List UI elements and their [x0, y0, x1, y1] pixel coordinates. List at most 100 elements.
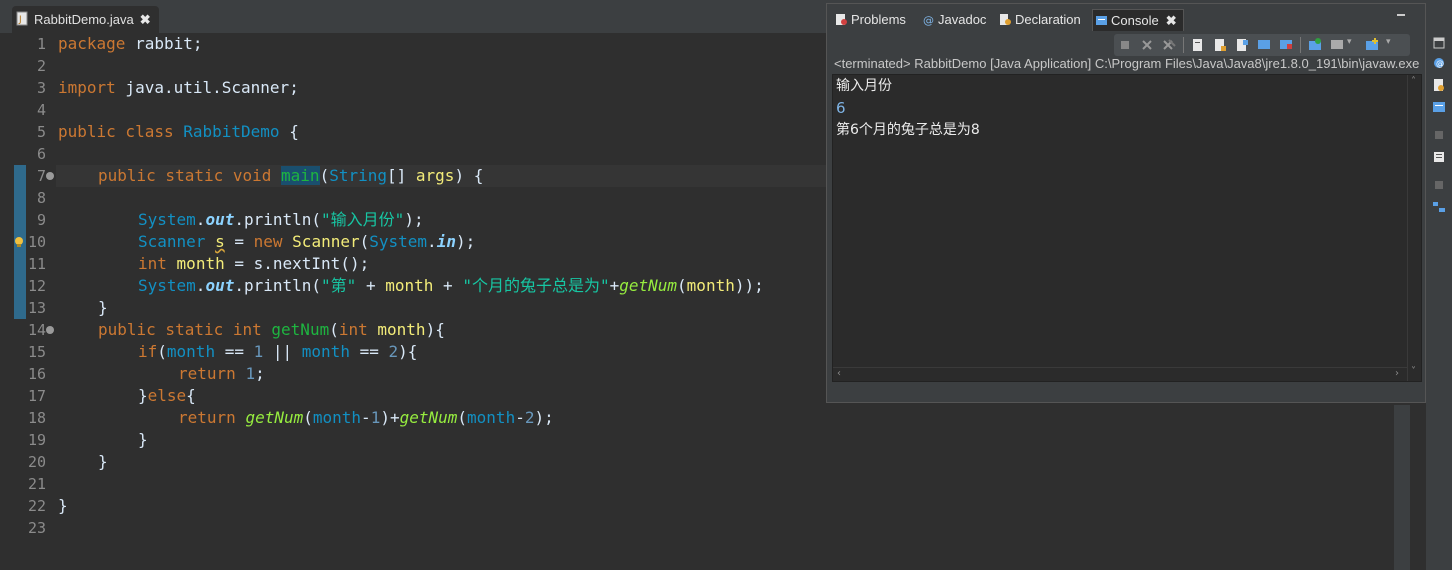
marker-column — [0, 33, 14, 570]
fold-toggle-icon[interactable] — [46, 172, 54, 180]
line-number-gutter: 1 2 3 4 5 6 7 8 9 10 11 12 13 14 15 16 17 18 19 20 21 22 23 — [14, 33, 56, 570]
chevron-down-icon[interactable]: ▾ — [1386, 37, 1402, 53]
code-line: System.out.println("输入月份"); — [138, 210, 424, 229]
close-icon[interactable]: ✖ — [1166, 10, 1177, 32]
line-number: 18 — [27, 409, 46, 427]
line-number: 16 — [27, 365, 46, 383]
code-line: if(month == 1 || month == 2){ — [138, 342, 418, 361]
scroll-lock-icon[interactable] — [1212, 37, 1228, 53]
code-line: public static int getNum(int month){ — [98, 320, 445, 339]
tab-problems[interactable]: Problems — [833, 9, 906, 31]
code-line: } — [98, 298, 108, 317]
show-stdout-icon[interactable] — [1256, 37, 1272, 53]
minimize-icon[interactable] — [1432, 36, 1446, 50]
console-icon[interactable] — [1432, 100, 1446, 114]
minimize-icon[interactable] — [1395, 10, 1409, 22]
line-number: 7 — [36, 167, 46, 185]
line-number: 2 — [36, 57, 46, 75]
console-view: Problems @ Javadoc Declaration Console ✖… — [826, 3, 1426, 403]
java-file-icon: J — [16, 11, 28, 26]
view-icon[interactable] — [1432, 128, 1446, 142]
line-number: 19 — [27, 431, 46, 449]
display-console-icon[interactable] — [1329, 37, 1345, 53]
problems-icon — [836, 14, 847, 25]
line-number: 1 — [36, 35, 46, 53]
code-line: public class RabbitDemo { — [58, 122, 299, 141]
scroll-up-icon[interactable]: ˄ — [1411, 77, 1416, 87]
fold-toggle-icon[interactable] — [46, 326, 54, 334]
pin-console-icon[interactable] — [1307, 37, 1323, 53]
line-number: 14 — [27, 321, 46, 339]
console-status-label: <terminated> RabbitDemo [Java Applicatio… — [834, 56, 1420, 71]
code-line: return getNum(month-1)+getNum(month-2); — [178, 408, 554, 427]
output-line: 输入月份 — [836, 78, 892, 94]
toolbar-separator — [1300, 37, 1301, 53]
warning-lightbulb-icon[interactable] — [13, 236, 25, 248]
code-line: return 1; — [178, 364, 265, 383]
code-line: Scanner s = new Scanner(System.in); — [138, 232, 476, 251]
svg-text:@: @ — [1436, 59, 1444, 68]
console-output[interactable]: 输入月份 6 第6个月的兔子总是为8 ˄ ˅ ‹ › — [832, 74, 1422, 382]
line-number: 23 — [27, 519, 46, 537]
javadoc-icon: @ — [923, 14, 934, 26]
remove-launch-icon[interactable] — [1139, 37, 1155, 53]
code-line: import java.util.Scanner; — [58, 78, 299, 97]
line-number: 17 — [27, 387, 46, 405]
editor-scrollbar[interactable] — [1394, 405, 1410, 570]
svg-text:J: J — [18, 15, 22, 25]
side-toolbar: @ — [1426, 0, 1452, 570]
code-line: }else{ — [138, 386, 196, 405]
tab-javadoc[interactable]: @ Javadoc — [920, 9, 986, 31]
output-line: 第6个月的兔子总是为8 — [836, 122, 980, 138]
code-line: package rabbit; — [58, 34, 203, 53]
line-number: 11 — [27, 255, 46, 273]
console-footer — [827, 384, 1425, 402]
view-icon[interactable] — [1432, 178, 1446, 192]
line-number: 13 — [27, 299, 46, 317]
declaration-icon[interactable] — [1432, 78, 1446, 92]
close-icon[interactable]: ✖ — [140, 7, 151, 32]
line-number: 4 — [36, 101, 46, 119]
code-line: int month = s.nextInt(); — [138, 254, 370, 273]
line-number: 8 — [36, 189, 46, 207]
scroll-down-icon[interactable]: ˅ — [1411, 367, 1416, 377]
clear-console-icon[interactable] — [1190, 37, 1206, 53]
scroll-right-icon[interactable]: › — [1395, 369, 1399, 379]
editor-tab-rabbitdemo[interactable]: J RabbitDemo.java ✖ — [12, 6, 159, 33]
code-line: public static void main(String[] args) { — [98, 166, 484, 185]
open-console-icon[interactable] — [1364, 37, 1380, 53]
toolbar-separator — [1183, 37, 1184, 53]
tab-label: Console — [1111, 13, 1159, 28]
hierarchy-icon[interactable] — [1432, 200, 1446, 214]
javadoc-icon[interactable]: @ — [1432, 56, 1446, 70]
show-stderr-icon[interactable] — [1278, 37, 1294, 53]
code-line: } — [138, 430, 148, 449]
svg-text:@: @ — [923, 14, 934, 26]
editor-tab-label: RabbitDemo.java — [34, 12, 134, 27]
tab-declaration[interactable]: Declaration — [997, 9, 1081, 31]
vertical-scrollbar[interactable]: ˄ ˅ — [1407, 75, 1421, 381]
line-number: 12 — [27, 277, 46, 295]
line-number: 9 — [36, 211, 46, 229]
code-line: System.out.println("第" + month + "个月的兔子总… — [138, 276, 764, 295]
line-number: 15 — [27, 343, 46, 361]
code-area[interactable]: package rabbit; import java.util.Scanner… — [58, 33, 828, 570]
console-icon — [1096, 16, 1107, 25]
tab-label: Javadoc — [938, 12, 987, 27]
line-number: 20 — [27, 453, 46, 471]
input-line: 6 — [836, 99, 846, 117]
code-line: } — [98, 452, 108, 471]
remove-all-icon[interactable] — [1161, 37, 1177, 53]
word-wrap-icon[interactable] — [1234, 37, 1250, 53]
line-number: 21 — [27, 475, 46, 493]
tab-console[interactable]: Console ✖ — [1092, 9, 1184, 31]
tab-label: Problems — [851, 12, 906, 27]
chevron-down-icon[interactable]: ▾ — [1347, 37, 1363, 53]
scroll-left-icon[interactable]: ‹ — [837, 369, 841, 379]
horizontal-scrollbar[interactable]: ‹ › — [833, 367, 1407, 381]
terminate-icon[interactable] — [1117, 37, 1133, 53]
outline-icon[interactable] — [1432, 150, 1446, 164]
tab-label: Declaration — [1015, 12, 1081, 27]
line-number: 5 — [36, 123, 46, 141]
declaration-icon — [1000, 14, 1011, 25]
